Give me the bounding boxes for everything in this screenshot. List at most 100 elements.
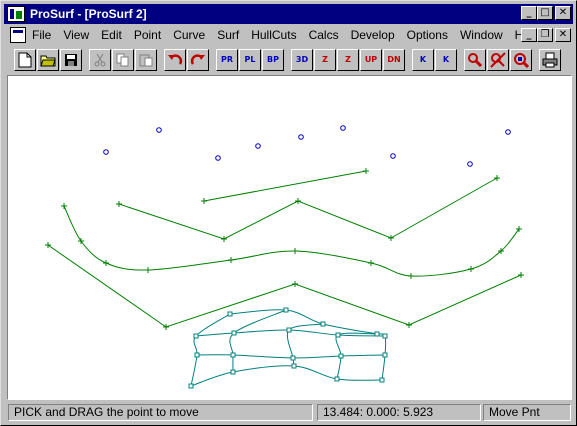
view-pl-button[interactable]: PL xyxy=(239,49,261,71)
zoom-fit-button[interactable] xyxy=(487,49,509,71)
undo-button[interactable] xyxy=(164,49,186,71)
maximize-button[interactable]: □ xyxy=(537,6,553,20)
curve-zigzag-vertex-3[interactable] xyxy=(295,198,301,204)
control-point-8[interactable] xyxy=(467,161,473,167)
surface-handle-1-4[interactable] xyxy=(374,331,380,337)
save-file-button[interactable] xyxy=(60,49,82,71)
doc-restore-button[interactable]: ❐ xyxy=(537,28,553,42)
curve-straight[interactable] xyxy=(203,170,367,202)
surface-handle-4-5[interactable] xyxy=(379,377,385,383)
view-pr-button[interactable]: PR xyxy=(216,49,238,71)
print-button[interactable] xyxy=(539,49,561,71)
control-point-7[interactable] xyxy=(390,153,396,159)
k-down-button[interactable]: K xyxy=(435,49,457,71)
surface-handle-3-5[interactable] xyxy=(382,352,388,358)
curve-sheer-vertex-4[interactable] xyxy=(145,267,151,273)
up-button[interactable]: UP xyxy=(360,49,382,71)
curve-sheer[interactable] xyxy=(63,205,520,277)
surface-handle-3-2[interactable] xyxy=(230,352,236,358)
curve-zigzag-vertex-1[interactable] xyxy=(116,201,122,207)
control-point-4[interactable] xyxy=(255,143,261,149)
redo-button[interactable] xyxy=(187,49,209,71)
curve-chine-vertex-5[interactable] xyxy=(518,272,524,278)
menu-hullcuts[interactable]: HullCuts xyxy=(245,26,302,44)
surface-column-1[interactable] xyxy=(190,313,231,387)
surface-handle-1-3[interactable] xyxy=(320,321,326,327)
surface-handle-2-5[interactable] xyxy=(382,333,388,339)
paste-button[interactable] xyxy=(135,49,157,71)
new-file-button[interactable] xyxy=(14,49,36,71)
hull-drawing[interactable] xyxy=(8,76,573,401)
drawing-canvas[interactable] xyxy=(7,75,572,400)
rotate-z-right-button[interactable]: Z xyxy=(337,49,359,71)
curve-chine-vertex-1[interactable] xyxy=(45,242,51,248)
menu-develop[interactable]: Develop xyxy=(345,26,401,44)
surface-row-1[interactable] xyxy=(229,309,378,335)
curve-sheer-vertex-1[interactable] xyxy=(61,203,67,209)
doc-minimize-button[interactable]: _ xyxy=(521,28,537,42)
surface-handle-2-1[interactable] xyxy=(193,333,199,339)
menu-point[interactable]: Point xyxy=(128,26,167,44)
curve-sheer-vertex-5[interactable] xyxy=(228,257,234,263)
menu-edit[interactable]: Edit xyxy=(95,26,128,44)
down-button[interactable]: DN xyxy=(383,49,405,71)
curve-straight-vertex-2[interactable] xyxy=(363,168,369,174)
zoom-pan-button[interactable] xyxy=(510,49,532,71)
curve-chine[interactable] xyxy=(47,244,522,328)
control-point-9[interactable] xyxy=(505,129,511,135)
surface-handle-2-3[interactable] xyxy=(286,327,292,333)
surface-handle-3-4[interactable] xyxy=(338,353,344,359)
document-icon[interactable] xyxy=(10,27,26,43)
zoom-button[interactable] xyxy=(464,49,486,71)
surface-handle-4-3[interactable] xyxy=(291,363,297,369)
surface-handle-2-2[interactable] xyxy=(231,330,237,336)
title-bar[interactable]: ProSurf - [ProSurf 2] _ □ ✕ xyxy=(4,4,573,24)
surface-handle-1-1[interactable] xyxy=(227,311,233,317)
curve-chine-vertex-2[interactable] xyxy=(163,324,169,330)
curve-zigzag-vertex-4[interactable] xyxy=(388,235,394,241)
surface-handle-1-2[interactable] xyxy=(283,307,289,313)
surface-handle-3-3[interactable] xyxy=(290,355,296,361)
view-bp-button[interactable]: BP xyxy=(262,49,284,71)
doc-close-button[interactable]: ✕ xyxy=(555,28,571,42)
menu-file[interactable]: File xyxy=(30,26,57,44)
curve-zigzag-vertex-2[interactable] xyxy=(221,236,227,242)
curve-sheer-vertex-7[interactable] xyxy=(368,260,374,266)
surface-handle-3-1[interactable] xyxy=(194,352,200,358)
curve-sheer-vertex-3[interactable] xyxy=(103,260,109,266)
menu-calcs[interactable]: Calcs xyxy=(303,26,345,44)
k-up-button[interactable]: K xyxy=(412,49,434,71)
surface-handle-2-4[interactable] xyxy=(335,332,341,338)
surface-handle-4-1[interactable] xyxy=(188,383,194,389)
menu-window[interactable]: Window xyxy=(454,26,509,44)
curve-sheer-vertex-6[interactable] xyxy=(292,248,298,254)
curve-straight-vertex-1[interactable] xyxy=(201,198,207,204)
surface-handle-4-4[interactable] xyxy=(334,376,340,382)
control-point-6[interactable] xyxy=(340,125,346,131)
curve-zigzag-vertex-5[interactable] xyxy=(494,175,500,181)
menu-options[interactable]: Options xyxy=(401,26,454,44)
curve-sheer-vertex-9[interactable] xyxy=(468,266,474,272)
control-point-1[interactable] xyxy=(156,127,162,133)
control-point-2[interactable] xyxy=(103,149,109,155)
surface-handle-4-2[interactable] xyxy=(230,369,236,375)
curve-sheer-vertex-8[interactable] xyxy=(408,273,414,279)
cut-button[interactable] xyxy=(89,49,111,71)
menu-surf[interactable]: Surf xyxy=(211,26,245,44)
view-3d-button[interactable]: 3D xyxy=(291,49,313,71)
minimize-button[interactable]: _ xyxy=(521,6,537,20)
curve-chine-vertex-4[interactable] xyxy=(406,322,412,328)
curve-chine-vertex-3[interactable] xyxy=(292,281,298,287)
app-icon[interactable] xyxy=(7,6,25,22)
close-button[interactable]: ✕ xyxy=(555,6,571,20)
control-point-3[interactable] xyxy=(215,155,221,161)
open-file-button[interactable] xyxy=(37,49,59,71)
rotate-z-left-button[interactable]: Z xyxy=(314,49,336,71)
curve-zigzag[interactable] xyxy=(118,177,498,240)
surface-column-2[interactable] xyxy=(229,309,287,373)
menu-view[interactable]: View xyxy=(57,26,95,44)
control-point-5[interactable] xyxy=(298,134,304,140)
menu-curve[interactable]: Curve xyxy=(167,26,211,44)
copy-button[interactable] xyxy=(112,49,134,71)
surface-row-4[interactable] xyxy=(190,365,383,387)
